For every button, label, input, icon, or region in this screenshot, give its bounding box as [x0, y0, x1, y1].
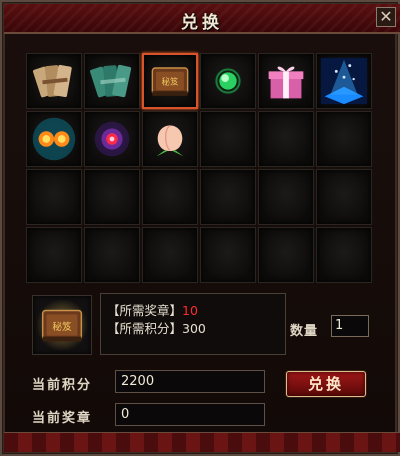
exchange-button[interactable]: 兑换	[286, 371, 366, 397]
required-points-row: 【所需积分】300	[107, 318, 206, 337]
item-slot[interactable]	[316, 227, 372, 283]
item-slot[interactable]	[84, 227, 140, 283]
item-slot[interactable]	[316, 111, 372, 167]
title-bar[interactable]: 兑换 ✕	[4, 4, 400, 34]
item-slot[interactable]	[142, 111, 198, 167]
item-slot[interactable]	[26, 111, 82, 167]
required-medal-label: 【所需奖章】	[107, 303, 183, 318]
window-title: 兑换	[181, 13, 223, 33]
item-slot[interactable]	[316, 169, 372, 225]
required-medal-row: 【所需奖章】10	[107, 300, 198, 319]
item-slot[interactable]	[84, 53, 140, 109]
item-slot[interactable]	[258, 227, 314, 283]
required-points-label: 【所需积分】	[107, 321, 183, 336]
current-points-label: 当前积分	[32, 378, 93, 393]
item-slot[interactable]	[200, 227, 256, 283]
blue-light-box-icon	[320, 57, 368, 105]
red-eye-orb-icon	[94, 121, 130, 157]
close-button[interactable]: ✕	[376, 7, 396, 27]
scroll-bundle-icon	[33, 64, 72, 98]
jade-scroll-icon	[90, 64, 132, 98]
item-slot[interactable]	[200, 53, 256, 109]
treasure-book-icon: 秘笈	[151, 67, 189, 96]
item-slot[interactable]	[84, 169, 140, 225]
treasure-book-icon: 秘笈	[35, 298, 89, 352]
quantity-label: 数量	[290, 324, 319, 339]
item-slot[interactable]	[200, 111, 256, 167]
green-orb-icon	[214, 67, 242, 95]
current-medal-label: 当前奖章	[32, 411, 93, 426]
item-slot[interactable]	[26, 53, 82, 109]
peach-icon	[156, 124, 184, 157]
item-slot[interactable]	[26, 227, 82, 283]
item-grid: 秘笈	[26, 53, 372, 283]
current-points-field: 2200	[115, 370, 265, 393]
required-medal-value: 10	[182, 303, 198, 318]
gift-box-icon	[268, 66, 304, 99]
svg-text:秘笈: 秘笈	[52, 321, 72, 333]
item-slot[interactable]	[258, 169, 314, 225]
item-slot[interactable]	[258, 53, 314, 109]
item-slot[interactable]	[142, 169, 198, 225]
item-slot[interactable]	[26, 169, 82, 225]
fire-orbs-icon	[32, 117, 76, 161]
current-medal-field: 0	[115, 403, 265, 426]
footer-border	[4, 432, 400, 452]
selected-item-preview: 秘笈	[32, 295, 92, 355]
exchange-window: 兑换 ✕ 秘笈 秘笈 【所需奖章】10 【所需积分】300 数量 1 当前积分 …	[0, 0, 400, 456]
item-slot[interactable]	[258, 111, 314, 167]
item-slot[interactable]	[142, 227, 198, 283]
item-slot[interactable]	[200, 169, 256, 225]
item-slot[interactable]	[84, 111, 140, 167]
item-slot[interactable]	[316, 53, 372, 109]
requirements-box: 【所需奖章】10 【所需积分】300	[100, 293, 286, 355]
required-points-value: 300	[182, 321, 206, 336]
item-slot[interactable]: 秘笈	[142, 53, 198, 109]
svg-text:秘笈: 秘笈	[162, 77, 179, 87]
quantity-input[interactable]: 1	[331, 315, 369, 337]
